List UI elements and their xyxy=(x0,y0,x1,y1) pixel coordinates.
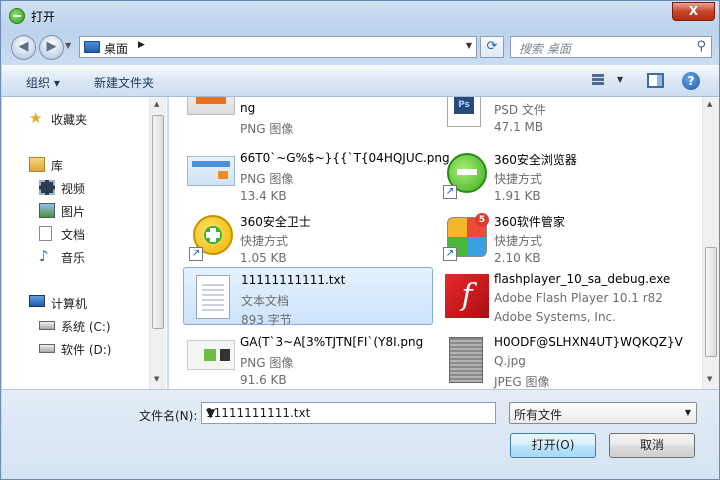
new-folder-button[interactable]: 新建文件夹 xyxy=(94,74,154,91)
documents-icon xyxy=(39,226,52,241)
video-icon xyxy=(39,180,55,195)
desktop-icon xyxy=(84,41,100,53)
list-item[interactable]: 66T0`~G%$~}{{`T{04HQJUC.png PNG 图像 13.4 … xyxy=(183,146,450,204)
shortcut-arrow-icon: ↗ xyxy=(189,247,203,261)
recent-locations-icon[interactable]: ▼ xyxy=(65,41,71,50)
view-options-icon[interactable] xyxy=(592,73,608,89)
refresh-button[interactable]: ⟳ xyxy=(480,36,504,58)
list-item[interactable]: ↗ 360安全卫士 快捷方式 1.05 KB xyxy=(183,208,433,266)
shortcut-arrow-icon: ↗ xyxy=(443,247,457,261)
open-file-dialog: 打开 X ◀ ▶ ▼ 桌面 ▶ ▼ ⟳ 搜索 桌面 ⚲ 组织 ▾ 新建文件夹 ▼… xyxy=(0,0,720,480)
navigation-bar: ◀ ▶ ▼ 桌面 ▶ ▼ ⟳ 搜索 桌面 ⚲ xyxy=(1,31,720,63)
flash-player-icon: f xyxy=(441,272,489,320)
address-location[interactable]: 桌面 xyxy=(104,40,128,57)
app-icon xyxy=(9,8,25,24)
sidebar-scroll-thumb[interactable] xyxy=(152,115,164,329)
scroll-up-icon[interactable]: ▲ xyxy=(707,100,712,108)
list-item[interactable]: Ps PSD 文件 47.1 MB xyxy=(437,97,687,134)
search-placeholder: 搜索 桌面 xyxy=(519,42,571,56)
window-title: 打开 xyxy=(31,10,56,24)
png-thumbnail-icon xyxy=(187,340,235,370)
filename-input[interactable]: 11111111111.txt ▼ xyxy=(201,402,496,424)
pictures-icon xyxy=(39,203,55,218)
jpeg-thumbnail-icon xyxy=(441,335,489,383)
view-dropdown-icon[interactable]: ▼ xyxy=(617,75,623,84)
preview-pane-icon[interactable] xyxy=(647,73,664,88)
360-software-manager-icon: 5 ↗ xyxy=(441,213,489,261)
png-thumbnail-icon xyxy=(187,97,235,115)
dialog-footer: 文件名(N): 11111111111.txt ▼ 所有文件 ▼ 打开(O) 取… xyxy=(2,389,719,479)
filename-label: 文件名(N): xyxy=(139,409,198,423)
breadcrumb-arrow-icon[interactable]: ▶ xyxy=(138,40,145,50)
file-list: ng PNG 图像 Ps PSD 文件 47.1 MB 66T0`~G%$~}{… xyxy=(169,97,719,389)
sidebar-scrollbar[interactable]: ▲ ▼ xyxy=(149,97,166,389)
filename-dropdown-icon[interactable]: ▼ xyxy=(206,406,491,420)
360-security-icon: ↗ xyxy=(187,213,235,261)
drive-d-icon xyxy=(39,344,55,353)
search-input[interactable]: 搜索 桌面 ⚲ xyxy=(510,36,712,58)
title-bar[interactable]: 打开 X xyxy=(1,1,720,31)
address-dropdown-icon[interactable]: ▼ xyxy=(466,41,472,50)
library-icon xyxy=(29,157,45,172)
organize-button[interactable]: 组织 ▾ xyxy=(26,74,60,91)
png-thumbnail-icon xyxy=(187,156,235,186)
scroll-down-icon[interactable]: ▼ xyxy=(154,375,159,383)
computer-icon xyxy=(29,295,45,307)
help-icon[interactable]: ? xyxy=(682,72,700,90)
file-type-select[interactable]: 所有文件 ▼ xyxy=(509,402,697,424)
file-list-scrollbar[interactable]: ▲ ▼ xyxy=(702,97,719,389)
close-button[interactable]: X xyxy=(672,2,715,21)
list-item[interactable]: ↗ 360安全浏览器 快捷方式 1.91 KB xyxy=(437,146,687,204)
list-item[interactable]: 5 ↗ 360软件管家 快捷方式 2.10 KB xyxy=(437,208,687,266)
address-bar[interactable]: 桌面 ▶ ▼ xyxy=(79,36,477,58)
shortcut-arrow-icon: ↗ xyxy=(443,185,457,199)
forward-button[interactable]: ▶ xyxy=(39,35,64,60)
text-document-icon xyxy=(188,273,236,321)
psd-file-icon: Ps xyxy=(447,97,481,127)
list-item[interactable]: GA(T`3~A[3%TJTN[FI`(Y8I.png PNG 图像 91.6 … xyxy=(183,330,433,388)
search-icon[interactable]: ⚲ xyxy=(696,39,706,54)
open-button[interactable]: 打开(O) xyxy=(510,433,596,458)
music-icon: ♪ xyxy=(39,247,49,265)
star-icon: ★ xyxy=(29,109,43,127)
scroll-up-icon[interactable]: ▲ xyxy=(154,100,159,108)
file-list-scroll-thumb[interactable] xyxy=(705,247,717,357)
cancel-button[interactable]: 取消 xyxy=(609,433,695,458)
chevron-down-icon[interactable]: ▼ xyxy=(685,408,691,417)
list-item-selected[interactable]: 11111111111.txt 文本文档 893 字节 xyxy=(183,267,433,327)
file-type-value[interactable]: 所有文件 xyxy=(514,406,562,423)
command-bar: 组织 ▾ 新建文件夹 ▼ ? xyxy=(2,65,719,97)
360-browser-icon: ↗ xyxy=(441,151,489,199)
list-item[interactable]: H0ODF@SLHXN4UT}WQKQZ}V Q.jpg JPEG 图像 xyxy=(437,330,687,389)
list-item[interactable]: f flashplayer_10_sa_debug.exe Adobe Flas… xyxy=(437,267,687,325)
drive-c-icon xyxy=(39,321,55,330)
list-item[interactable]: ng PNG 图像 xyxy=(183,97,433,136)
navigation-pane: ★ 收藏夹 库 视频 图片 文档 ♪ 音乐 计算机 系统 (C:) 软件 (D:… xyxy=(2,97,168,389)
back-button[interactable]: ◀ xyxy=(11,35,36,60)
scroll-down-icon[interactable]: ▼ xyxy=(707,375,712,383)
